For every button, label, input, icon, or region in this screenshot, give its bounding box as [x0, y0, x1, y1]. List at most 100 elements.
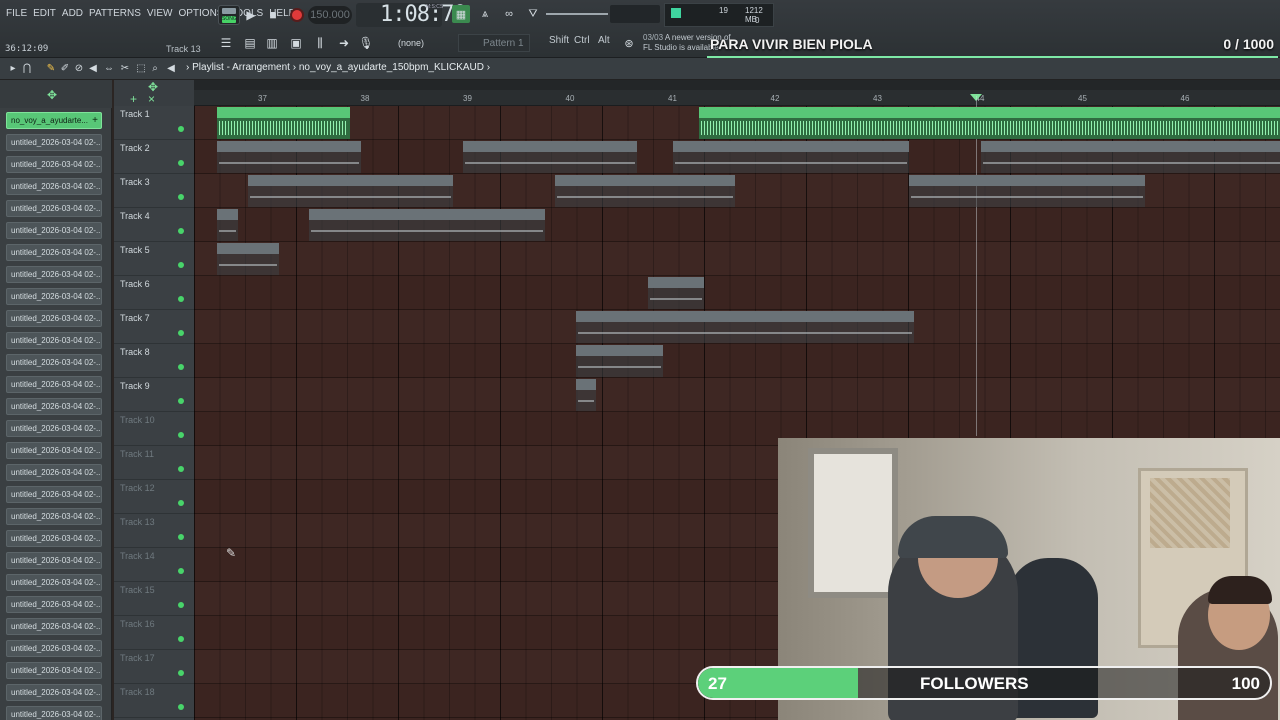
- picker-item[interactable]: untitled_2026-03-04 02-...: [6, 618, 102, 635]
- pattern-clip[interactable]: untitled_20...08_Insert 8: [575, 345, 663, 377]
- track-header[interactable]: Track 12: [114, 480, 194, 514]
- track-lane[interactable]: [194, 242, 1280, 276]
- pattern-clip[interactable]: untitled_2026-03-04 03-30-45_Insert 8: [908, 175, 1145, 207]
- picker-item[interactable]: untitled_2026-03-04 02-...: [6, 354, 102, 371]
- track-header[interactable]: Track 15: [114, 582, 194, 616]
- metronome-button[interactable]: ⛛: [524, 5, 542, 23]
- track-header[interactable]: Track 6: [114, 276, 194, 310]
- picker-item[interactable]: untitled_2026-03-04 02-...: [6, 310, 102, 327]
- track-mute-led[interactable]: [178, 262, 184, 268]
- play-button[interactable]: ▶: [242, 6, 260, 24]
- pattern-clip[interactable]: untitled_2026-03-04 02-59-55_Insert 10: [463, 141, 638, 173]
- track-mute-led[interactable]: [178, 228, 184, 234]
- pattern-clip[interactable]: untitled_2026-...2-45_Insert 10: [217, 141, 361, 173]
- tempo-display[interactable]: 150.000: [308, 6, 352, 24]
- track-header[interactable]: Track 2: [114, 140, 194, 174]
- mute-tool-icon[interactable]: ◀: [86, 61, 100, 75]
- picker-item[interactable]: untitled_2026-03-04 02-...: [6, 156, 102, 173]
- snap-selector[interactable]: (none): [398, 38, 424, 48]
- track-mute-led[interactable]: [178, 398, 184, 404]
- track-header[interactable]: Track 8: [114, 344, 194, 378]
- picker-item[interactable]: untitled_2026-03-04 02-...: [6, 442, 102, 459]
- track-header[interactable]: Track 11: [114, 446, 194, 480]
- pattern-clip[interactable]: untitle...nsert 8: [647, 277, 704, 309]
- track-mute-led[interactable]: [178, 364, 184, 370]
- next-button[interactable]: ➜: [334, 34, 354, 52]
- pattern-clip[interactable]: untitled_2026-03-04 02-59-50_Insert 10: [309, 209, 545, 241]
- picker-item-selected[interactable]: no_voy_a_ayudarte... +: [6, 112, 102, 129]
- playlist-button[interactable]: ☰: [216, 34, 236, 52]
- track-header[interactable]: Track 18: [114, 684, 194, 718]
- picker-item[interactable]: untitled_2026-03-04 02-...: [6, 552, 102, 569]
- pattern-clip[interactable]: untitled_2026-03-04 03-00-31_Insert 10: [555, 175, 735, 207]
- track-lane[interactable]: [194, 378, 1280, 412]
- track-lane[interactable]: [194, 344, 1280, 378]
- add-icon[interactable]: +: [92, 113, 98, 128]
- track-mute-led[interactable]: [178, 500, 184, 506]
- track-mute-led[interactable]: [178, 126, 184, 132]
- picker-item[interactable]: untitled_2026-03-04 02-...: [6, 222, 102, 239]
- news-button[interactable]: ⊛: [620, 34, 638, 52]
- picker-item[interactable]: untitled_2026-03-04 02-...: [6, 530, 102, 547]
- slip-tool-icon[interactable]: ⇔: [102, 61, 116, 75]
- step-edit-button[interactable]: ⩓: [476, 5, 494, 23]
- audio-clip[interactable]: no_voy_a_ayudarte_150bpm_KLICKAUD: [698, 107, 1280, 139]
- menu-item-add[interactable]: ADD: [62, 8, 83, 19]
- picker-item[interactable]: untitled_2026-03-04 02-...: [6, 178, 102, 195]
- picker-item[interactable]: untitled_2026-03-04 02-...: [6, 376, 102, 393]
- track-mute-led[interactable]: [178, 296, 184, 302]
- picker-item[interactable]: untitled_2026-03-04 02-...: [6, 684, 102, 701]
- typing-keyboard-button[interactable]: ▦: [452, 5, 470, 23]
- playlist-options-icon[interactable]: ▸: [6, 61, 20, 75]
- alt-key[interactable]: Alt: [598, 35, 610, 46]
- shift-key[interactable]: Shift: [549, 35, 569, 46]
- picker-item[interactable]: untitled_2026-03-04 02-...: [6, 706, 102, 720]
- slice-tool-icon[interactable]: ✂: [118, 61, 132, 75]
- audio-clip[interactable]: no_voy_a_ayudar..._150bpm_KLICKAUD: [217, 107, 351, 139]
- stop-button[interactable]: ■: [264, 6, 282, 24]
- track-mute-led[interactable]: [178, 330, 184, 336]
- pattern-selector[interactable]: Pattern 1: [458, 34, 530, 52]
- track-mute-led[interactable]: [178, 466, 184, 472]
- magnet-icon[interactable]: ⋂: [20, 61, 34, 75]
- track-header[interactable]: Track 17: [114, 650, 194, 684]
- close-track-icon[interactable]: ×: [148, 92, 155, 106]
- pattern-clip[interactable]: untitled_2026-03-04 02-59-41_Insert 10: [247, 175, 453, 207]
- time-ruler[interactable]: 3738394041424344454647: [194, 80, 1280, 106]
- track-header[interactable]: Track 10: [114, 412, 194, 446]
- track-mute-led[interactable]: [178, 636, 184, 642]
- loop-record-button[interactable]: ∞: [500, 5, 518, 23]
- track-header[interactable]: Track 16: [114, 616, 194, 650]
- piano-roll-button[interactable]: ▥: [262, 34, 282, 52]
- track-header[interactable]: Track 14: [114, 548, 194, 582]
- picker-item[interactable]: untitled_2026-03-04 02-...: [6, 486, 102, 503]
- picker-item[interactable]: untitled_2026-03-04 02-...: [6, 332, 102, 349]
- track-header[interactable]: Track 13: [114, 514, 194, 548]
- picker-item[interactable]: untitled_2026-03-04 02-...: [6, 288, 102, 305]
- record-button[interactable]: [290, 8, 304, 22]
- track-header[interactable]: Track 1: [114, 106, 194, 140]
- delete-tool-icon[interactable]: ⊘: [72, 61, 86, 75]
- pattern-song-toggle[interactable]: SONG: [218, 5, 240, 25]
- picker-item[interactable]: untitled_2026-03-04 02-...: [6, 420, 102, 437]
- pattern-clip[interactable]: untitled_2026-03-04 03-23-02_Insert 8: [575, 311, 914, 343]
- track-mute-led[interactable]: [178, 568, 184, 574]
- picker-item[interactable]: untitled_2026-03-04 02-...: [6, 266, 102, 283]
- paint-tool-icon[interactable]: ✐: [58, 61, 72, 75]
- picker-item[interactable]: untitled_2026-03-04 02-...: [6, 574, 102, 591]
- collapse-icon[interactable]: ✥: [148, 80, 158, 94]
- browser-button[interactable]: ▣: [286, 34, 306, 52]
- picker-item[interactable]: untitled_2026-03-04 02-...: [6, 464, 102, 481]
- menu-item-patterns[interactable]: PATTERNS: [89, 8, 141, 19]
- picker-item[interactable]: untitled_2026-03-04 02-...: [6, 662, 102, 679]
- pattern-clip[interactable]: untitle...sert 10: [217, 243, 279, 275]
- picker-item[interactable]: untitled_2026-03-04 02-...: [6, 596, 102, 613]
- channel-rack-button[interactable]: ▤: [240, 34, 260, 52]
- zoom-tool-icon[interactable]: ⌕: [148, 61, 162, 75]
- picker-item[interactable]: untitled_2026-03-04 02-...: [6, 508, 102, 525]
- track-header[interactable]: Track 5: [114, 242, 194, 276]
- select-tool-icon[interactable]: ⬚: [134, 61, 148, 75]
- track-mute-led[interactable]: [178, 704, 184, 710]
- track-mute-led[interactable]: [178, 194, 184, 200]
- track-header[interactable]: Track 4: [114, 208, 194, 242]
